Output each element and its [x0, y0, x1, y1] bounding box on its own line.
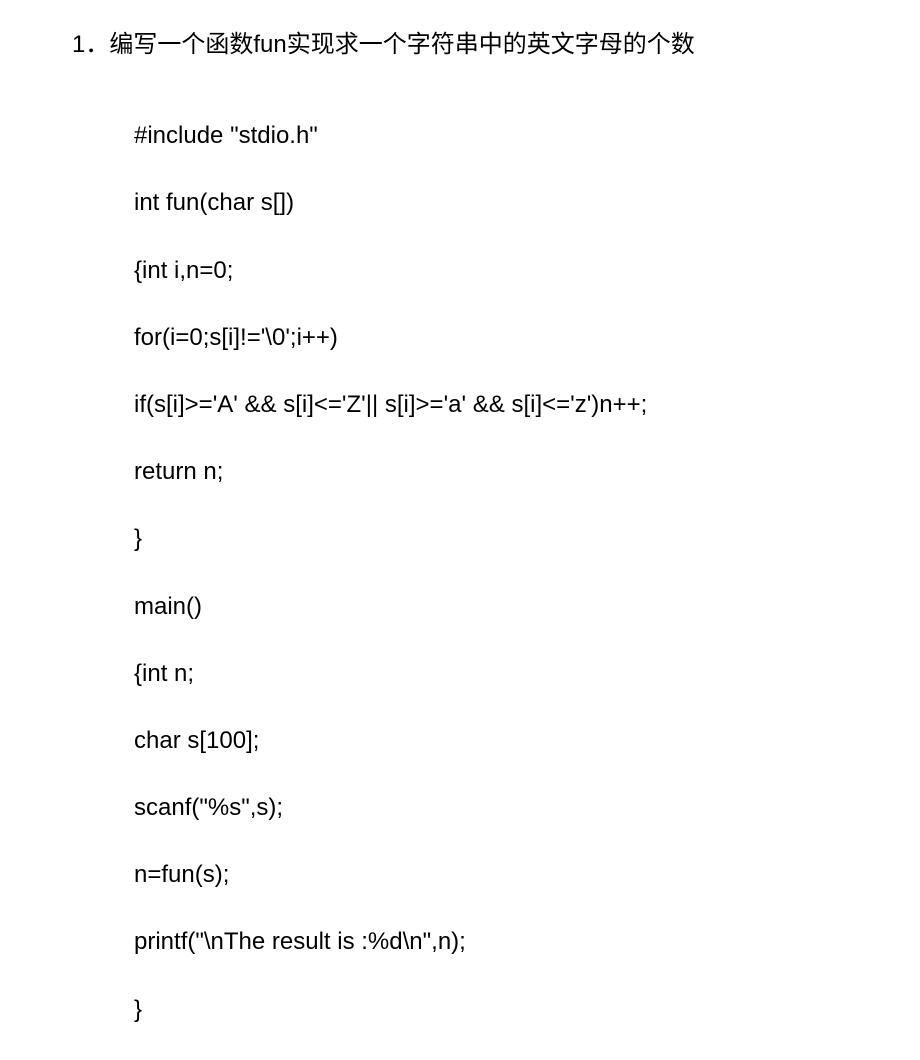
code-line: int fun(char s[]): [134, 186, 920, 220]
code-line: if(s[i]>='A' && s[i]<='Z'|| s[i]>='a' &&…: [134, 388, 920, 422]
slide-title: 1．编写一个函数fun实现求一个字符串中的英文字母的个数: [72, 28, 920, 62]
code-block: #include "stdio.h" int fun(char s[]) {in…: [72, 86, 920, 1060]
code-line: }: [134, 522, 920, 556]
code-line: {int n;: [134, 657, 920, 691]
code-line: scanf("%s",s);: [134, 791, 920, 825]
code-line: char s[100];: [134, 724, 920, 758]
code-line: printf("\nThe result is :%d\n",n);: [134, 925, 920, 959]
code-line: }: [134, 993, 920, 1027]
code-line: n=fun(s);: [134, 858, 920, 892]
code-line: return n;: [134, 455, 920, 489]
code-line: {int i,n=0;: [134, 254, 920, 288]
code-line: for(i=0;s[i]!='\0';i++): [134, 321, 920, 355]
code-line: #include "stdio.h": [134, 119, 920, 153]
code-line: main(): [134, 590, 920, 624]
